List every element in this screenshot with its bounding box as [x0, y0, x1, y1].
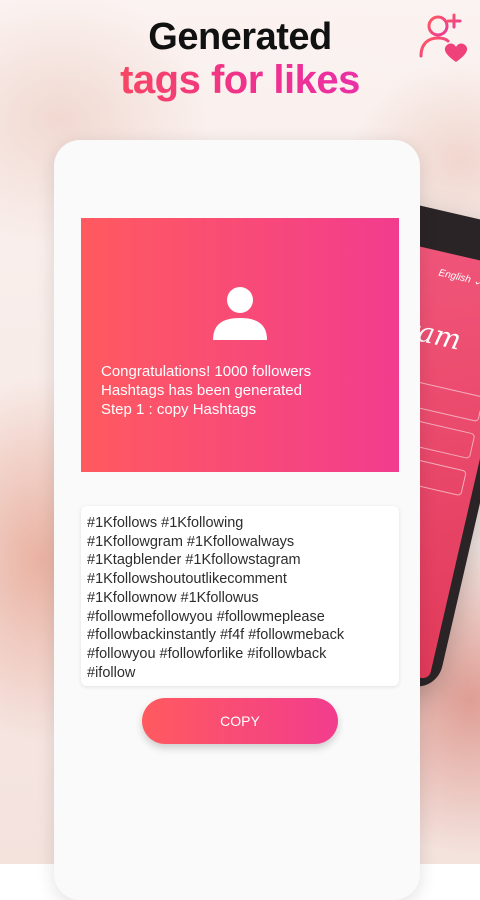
promo-header: Generated tags for likes: [0, 0, 480, 118]
headline-line1: Generated: [148, 16, 332, 58]
hashtags-text-area[interactable]: #1Kfollows #1Kfollowing #1Kfollowgram #1…: [81, 506, 399, 686]
language-selector: English ⌄: [437, 267, 480, 289]
hashtag-line: #1Kfollows #1Kfollowing: [87, 515, 244, 531]
banner-line-congrats: Congratulations! 1000 followers: [101, 363, 312, 380]
success-banner: Congratulations! 1000 followers Hashtags…: [81, 218, 399, 472]
hashtag-line: #1Kfollownow #1Kfollowus: [87, 589, 259, 606]
hashtag-line: #1Kfollowgram #1Kfollowalways: [87, 533, 295, 550]
banner-line-step: Step 1 : copy Hashtags: [101, 401, 257, 418]
banner-line-generated: Hashtags has been generated: [101, 382, 302, 399]
hashtag-line: #1Ktagblender #1Kfollowstagram: [87, 552, 301, 569]
hashtag-line: #followmefollowyou #followmeplease: [87, 608, 325, 625]
hashtag-line: #followbackinstantly #f4f #followmeback: [87, 627, 345, 644]
copy-button[interactable]: COPY: [142, 698, 338, 744]
headline-line2: tags for likes: [0, 58, 480, 103]
hashtag-line: #1Kfollowshoutoutlikecomment: [87, 571, 287, 588]
add-user-heart-icon: [419, 13, 468, 62]
hashtag-line: #ifollow: [87, 664, 136, 681]
banner-message: Congratulations! 1000 followers Hashtags…: [101, 362, 391, 419]
hashtag-line: #followyou #followforlike #ifollowback: [87, 645, 327, 662]
user-icon: [213, 287, 267, 340]
